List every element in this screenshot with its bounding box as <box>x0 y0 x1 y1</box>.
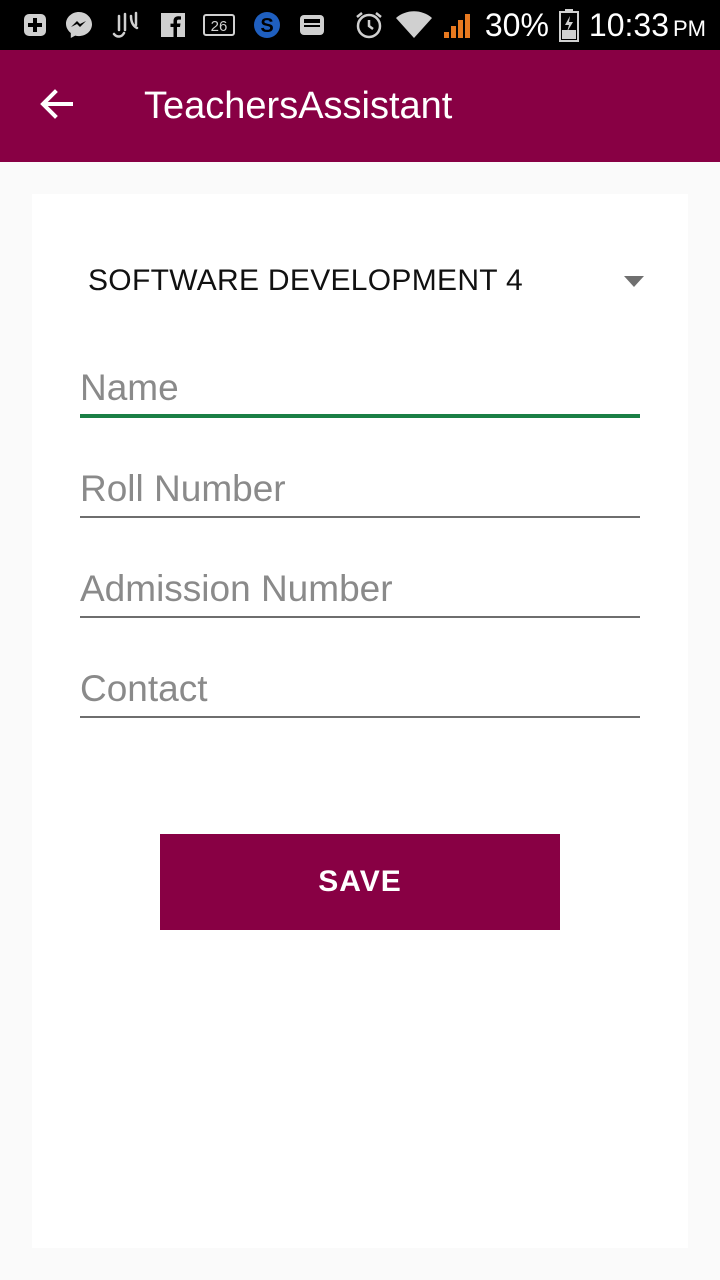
roll-number-input[interactable] <box>80 462 640 518</box>
arrow-back-icon <box>38 86 74 127</box>
system-icons: 30% 10:33 PM <box>353 7 706 44</box>
contact-input[interactable] <box>80 662 640 718</box>
clock: 10:33 PM <box>589 7 706 44</box>
course-spinner[interactable]: SOFTWARE DEVELOPMENT 4 <box>88 252 648 310</box>
dropdown-arrow-icon <box>624 276 644 287</box>
back-button[interactable] <box>0 50 112 162</box>
clock-ampm: PM <box>673 15 706 41</box>
app-title: TeachersAssistant <box>144 84 453 127</box>
plus-notification-icon <box>22 12 48 38</box>
form-card: SOFTWARE DEVELOPMENT 4 SAVE <box>32 194 688 1248</box>
save-button[interactable]: SAVE <box>160 834 560 930</box>
alarm-icon <box>353 9 385 41</box>
name-input[interactable] <box>80 362 640 418</box>
messenger-icon <box>64 10 94 40</box>
wifi-icon <box>395 10 433 40</box>
calendar-icon: 26 <box>202 12 236 38</box>
facebook-icon <box>160 12 186 38</box>
signal-icon <box>443 10 475 40</box>
svg-text:26: 26 <box>211 18 228 35</box>
course-spinner-value: SOFTWARE DEVELOPMENT 4 <box>88 264 524 297</box>
notification-icons: 26 S <box>22 8 353 42</box>
battery-icon <box>558 8 579 42</box>
status-bar: 26 S 30% 10:33 PM <box>0 0 720 50</box>
inbox-icon <box>298 12 326 38</box>
arabic-app-icon <box>110 8 144 42</box>
svg-text:S: S <box>260 15 273 37</box>
clock-time: 10:33 <box>588 6 669 43</box>
app-bar: TeachersAssistant <box>0 50 720 162</box>
battery-percent: 30% <box>484 6 549 43</box>
admission-number-input[interactable] <box>80 562 640 618</box>
s-app-icon: S <box>252 10 282 40</box>
